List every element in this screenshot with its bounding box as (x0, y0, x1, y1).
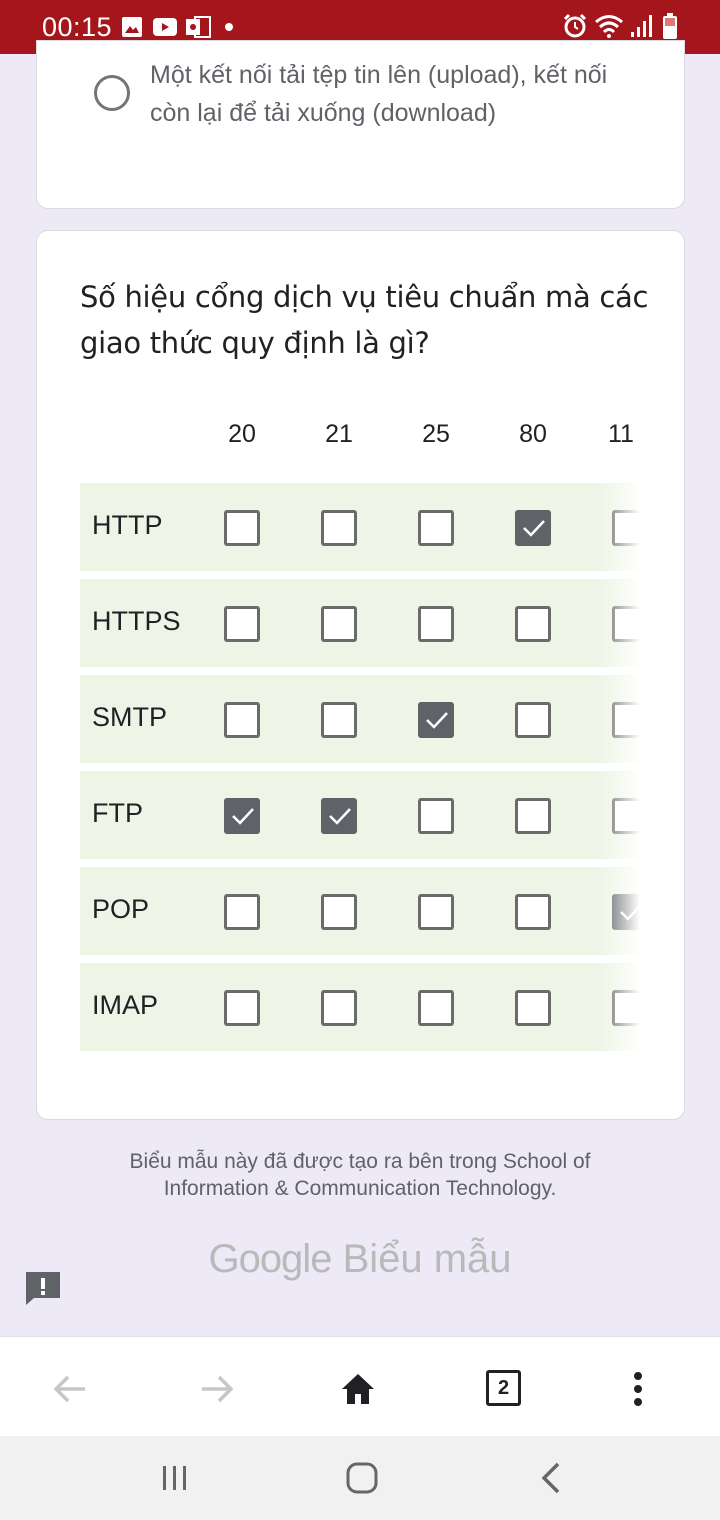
checkbox-https-25[interactable] (418, 606, 454, 642)
checkbox-http-20[interactable] (224, 510, 260, 546)
checkbox-https-21[interactable] (321, 606, 357, 642)
status-time: 00:15 (42, 12, 113, 42)
grid-row-imap: IMAP (80, 963, 640, 1051)
back-nav-icon[interactable] (536, 1458, 566, 1498)
home-nav-icon[interactable] (344, 1458, 380, 1498)
google-forms-logo: Google Biểu mẫu (0, 1237, 720, 1282)
grid-row-http: HTTP (80, 483, 640, 571)
row-label: IMAP (92, 990, 159, 1020)
checkbox-smtp-20[interactable] (224, 702, 260, 738)
forward-arrow-icon (202, 1375, 234, 1403)
home-button[interactable] (336, 1367, 380, 1411)
feedback-icon[interactable] (24, 1270, 62, 1306)
system-nav-bar (0, 1436, 720, 1520)
row-label: HTTPS (92, 606, 181, 636)
battery-icon (663, 13, 677, 39)
column-header: 21 (325, 420, 353, 448)
row-label: HTTP (92, 510, 163, 540)
checkbox-imap-25[interactable] (418, 990, 454, 1026)
youtube-icon (153, 18, 177, 36)
row-label: FTP (92, 798, 143, 828)
column-header: 11 (608, 420, 634, 448)
checkbox-smtp-25[interactable] (418, 702, 454, 738)
browser-toolbar: 2 (0, 1336, 720, 1436)
checkbox-pop-20[interactable] (224, 894, 260, 930)
checkbox-smtp-21[interactable] (321, 702, 357, 738)
forward-button[interactable] (195, 1367, 239, 1411)
grid-row-smtp: SMTP (80, 675, 640, 763)
forms-product: Biểu mẫu (342, 1237, 512, 1281)
checkbox-imap-21[interactable] (321, 990, 357, 1026)
checkbox-http-21[interactable] (321, 510, 357, 546)
checkbox-ftp-80[interactable] (515, 798, 551, 834)
grid-row-ftp: FTP (80, 771, 640, 859)
checkbox-http-25[interactable] (418, 510, 454, 546)
check-icon (232, 808, 254, 825)
checkbox-ftp-25[interactable] (418, 798, 454, 834)
checkbox-imap-80[interactable] (515, 990, 551, 1026)
checkbox-imap-20[interactable] (224, 990, 260, 1026)
signal-icon (631, 15, 652, 37)
grid-row-pop: POP (80, 867, 640, 955)
row-label: SMTP (92, 702, 168, 732)
checkbox-smtp-80[interactable] (515, 702, 551, 738)
check-icon (426, 712, 448, 729)
google-brand: Google (208, 1237, 332, 1281)
column-header: 80 (519, 420, 547, 448)
check-icon (523, 520, 545, 537)
column-header: 20 (228, 420, 256, 448)
radio-option-label: Một kết nối tải tệp tin lên (upload), kế… (150, 61, 608, 127)
radio-option[interactable] (94, 75, 130, 111)
checkbox-ftp-20[interactable] (224, 798, 260, 834)
back-arrow-icon (53, 1375, 85, 1403)
image-icon (122, 17, 142, 37)
checkbox-pop-25[interactable] (418, 894, 454, 930)
menu-button[interactable] (616, 1367, 660, 1411)
home-icon (342, 1374, 374, 1404)
wifi-icon (595, 15, 623, 38)
row-label: POP (92, 894, 150, 924)
recent-apps-icon[interactable] (160, 1458, 190, 1498)
scroll-fade (600, 483, 640, 1063)
checkbox-https-80[interactable] (515, 606, 551, 642)
question-title: Số hiệu cổng dịch vụ tiêu chuẩn mà các g… (80, 280, 649, 360)
checkbox-pop-21[interactable] (321, 894, 357, 930)
grid-row-https: HTTPS (80, 579, 640, 667)
tabs-icon[interactable]: 2 (486, 1370, 521, 1406)
checkbox-http-80[interactable] (515, 510, 551, 546)
alarm-icon (563, 13, 587, 38)
check-icon (329, 808, 351, 825)
checkbox-grid: HTTP HTTPS SMTP FTP POP IMAP (80, 483, 640, 1063)
checkbox-pop-80[interactable] (515, 894, 551, 930)
form-footer-note: Biểu mẫu này đã được tạo ra bên trong Sc… (129, 1150, 591, 1200)
more-vert-icon (634, 1372, 642, 1406)
checkbox-ftp-21[interactable] (321, 798, 357, 834)
checkbox-https-20[interactable] (224, 606, 260, 642)
outlook-icon (186, 16, 211, 38)
back-button[interactable] (48, 1367, 92, 1411)
dot-icon (225, 23, 233, 31)
column-header: 25 (422, 420, 450, 448)
